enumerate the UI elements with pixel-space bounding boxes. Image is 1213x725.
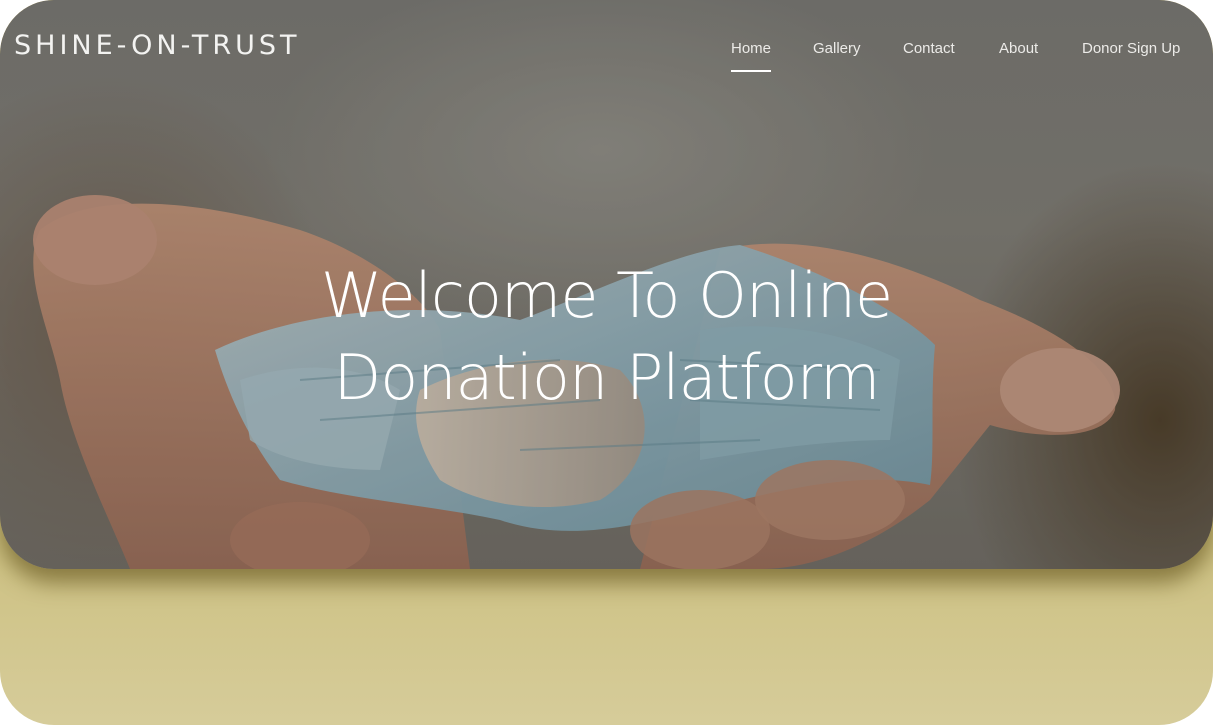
hero-headline-line2: Donation Platform <box>333 341 881 414</box>
nav-donor-sign-up[interactable]: Donor Sign Up <box>1082 40 1180 57</box>
hero-headline: Welcome To Online Donation Platform <box>0 255 1213 419</box>
hero-banner: SHINE-ON-TRUST Home Gallery Contact Abou… <box>0 0 1213 569</box>
nav-about[interactable]: About <box>999 40 1038 57</box>
main-nav: Home Gallery Contact About Donor Sign Up <box>0 40 1213 80</box>
nav-contact[interactable]: Contact <box>903 40 955 57</box>
nav-home[interactable]: Home <box>731 40 772 72</box>
hero-headline-line1: Welcome To Online <box>320 259 893 332</box>
nav-gallery[interactable]: Gallery <box>813 40 861 57</box>
page: SHINE-ON-TRUST Home Gallery Contact Abou… <box>0 0 1213 725</box>
